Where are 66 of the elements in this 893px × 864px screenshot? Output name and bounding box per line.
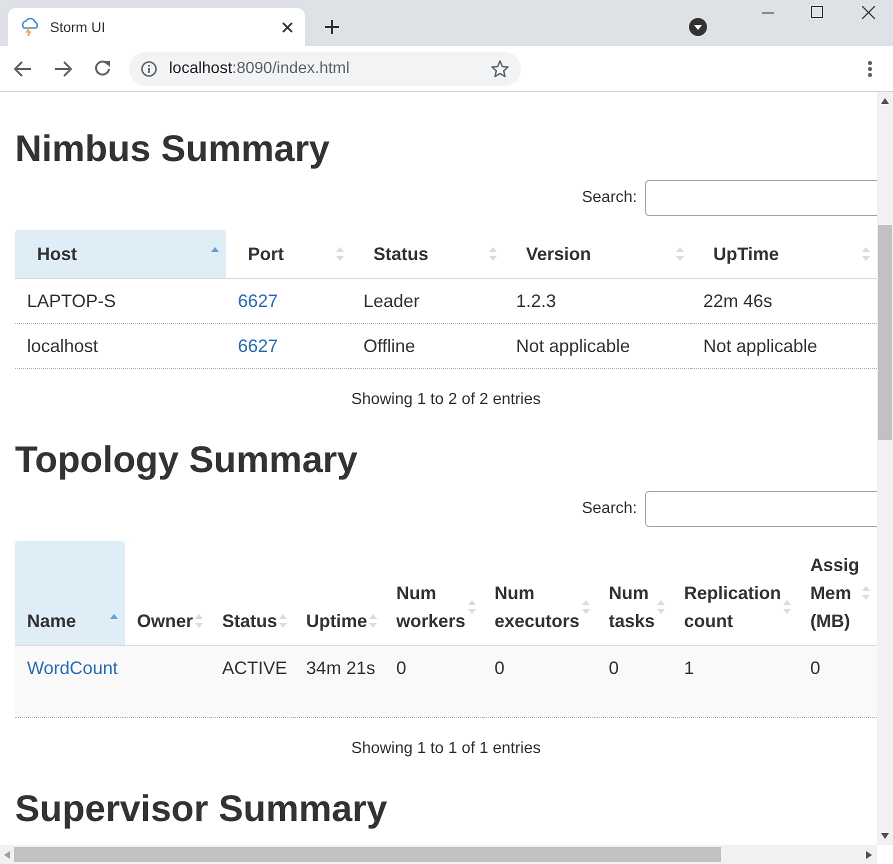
new-tab-icon[interactable] xyxy=(325,20,339,34)
close-icon[interactable] xyxy=(862,6,875,19)
table-cell: Leader xyxy=(351,278,504,324)
sort-icon[interactable] xyxy=(335,245,346,263)
section-heading: Supervisor Summary xyxy=(15,788,388,830)
entries-info: Showing 1 to 2 of 2 entries xyxy=(350,391,542,409)
browser-tab[interactable]: Storm UI xyxy=(8,8,305,46)
menu-icon[interactable] xyxy=(868,60,872,76)
sort-icon[interactable] xyxy=(194,612,204,630)
table-cell: 0 xyxy=(482,646,597,718)
column-header[interactable]: Port xyxy=(226,230,352,278)
reload-icon[interactable] xyxy=(94,60,111,77)
horizontal-scrollbar[interactable] xyxy=(0,845,877,864)
table-cell: Not applicable xyxy=(504,324,692,368)
table-cell: localhost xyxy=(15,324,226,368)
tab-title: Storm UI xyxy=(50,19,106,35)
table-cell: 1.2.3 xyxy=(504,278,692,324)
cloud-icon xyxy=(20,18,40,36)
sort-icon[interactable] xyxy=(861,245,871,263)
dropdown-circle-icon[interactable] xyxy=(689,18,707,36)
scroll-up-icon[interactable] xyxy=(881,98,889,104)
maximize-icon[interactable] xyxy=(811,6,823,18)
sort-icon[interactable] xyxy=(782,598,792,616)
table-cell: 0 xyxy=(798,646,877,718)
info-icon xyxy=(141,60,157,76)
sort-icon[interactable] xyxy=(656,598,666,616)
star-icon[interactable] xyxy=(491,60,509,78)
column-header[interactable]: Status xyxy=(351,230,504,278)
search-field[interactable] xyxy=(645,491,877,527)
table-cell: 0 xyxy=(596,646,672,718)
column-header[interactable]: Version xyxy=(504,230,692,278)
search-label: Search: xyxy=(582,189,637,207)
table-link[interactable]: 6627 xyxy=(238,291,278,311)
table-link[interactable]: 6627 xyxy=(238,336,278,356)
minimize-icon[interactable] xyxy=(762,12,774,14)
section-heading: Topology Summary xyxy=(15,439,359,481)
sort-icon[interactable] xyxy=(278,612,288,630)
address-bar[interactable]: localhost:8090/index.html xyxy=(129,52,521,86)
scroll-left-icon[interactable] xyxy=(4,850,10,858)
section-heading: Nimbus Summary xyxy=(15,128,331,170)
entries-info: Showing 1 to 1 of 1 entries xyxy=(350,740,542,758)
address-url: localhost:8090/index.html xyxy=(169,60,351,78)
table-cell: 1 xyxy=(672,646,798,718)
table-cell: Offline xyxy=(351,324,504,368)
sort-icon[interactable] xyxy=(861,584,871,602)
table-cell: ACTIVE xyxy=(210,646,294,718)
table-cell: 34m 21s xyxy=(294,646,384,718)
sort-icon[interactable] xyxy=(580,598,591,616)
back-icon[interactable] xyxy=(14,60,32,76)
table-cell: 0 xyxy=(384,646,483,718)
column-header[interactable]: Name xyxy=(15,541,126,646)
sort-icon[interactable] xyxy=(488,245,498,263)
vertical-scrollbar[interactable] xyxy=(877,92,893,845)
scroll-right-icon[interactable] xyxy=(866,850,872,858)
scrollbar-thumb[interactable] xyxy=(14,847,721,862)
column-header[interactable]: Host xyxy=(15,230,226,278)
sort-icon[interactable] xyxy=(368,612,378,630)
forward-icon[interactable] xyxy=(54,60,72,76)
sort-icon[interactable] xyxy=(675,245,686,263)
close-icon[interactable] xyxy=(282,22,293,32)
search-label: Search: xyxy=(582,500,637,518)
search-field[interactable] xyxy=(645,180,877,216)
scroll-down-icon[interactable] xyxy=(881,833,889,839)
scrollbar-thumb[interactable] xyxy=(878,225,892,440)
sort-icon[interactable] xyxy=(466,598,477,616)
table-cell: LAPTOP-S xyxy=(15,278,226,324)
